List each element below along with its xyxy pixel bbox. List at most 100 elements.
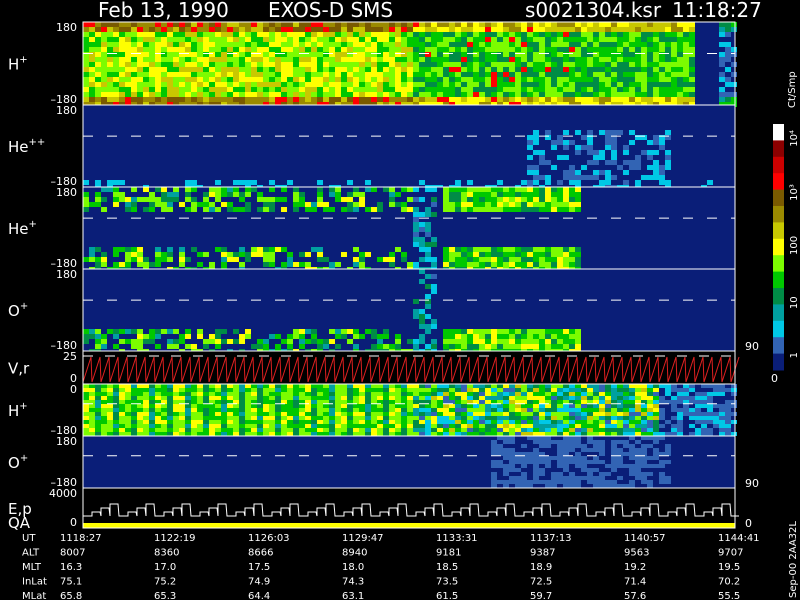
heatmap-cell xyxy=(287,47,293,52)
heatmap-cell xyxy=(491,416,497,420)
heatmap-cell xyxy=(173,62,179,67)
heatmap-cell xyxy=(263,408,269,412)
heatmap-cell xyxy=(299,192,305,197)
heatmap-cell xyxy=(413,22,419,27)
heatmap-cell xyxy=(317,396,323,400)
heatmap-cell xyxy=(443,396,449,400)
heatmap-cell xyxy=(533,57,539,62)
heatmap-cell xyxy=(605,42,611,47)
heatmap-cell xyxy=(545,247,551,252)
heatmap-cell xyxy=(443,424,449,428)
heatmap-cell xyxy=(407,412,413,416)
heatmap-cell xyxy=(215,392,221,396)
heatmap-cell xyxy=(425,424,431,428)
heatmap-cell xyxy=(317,428,323,432)
heatmap-cell xyxy=(407,42,413,47)
heatmap-cell xyxy=(287,57,293,62)
heatmap-cell xyxy=(533,82,539,87)
heatmap-cell xyxy=(563,384,569,388)
heatmap-cell xyxy=(557,464,563,468)
heatmap-cell xyxy=(605,37,611,42)
panel-label: O+ xyxy=(8,453,28,472)
heatmap-cell xyxy=(497,420,503,424)
heatmap-cell xyxy=(503,37,509,42)
heatmap-cell xyxy=(515,344,521,349)
heatmap-cell xyxy=(419,334,425,339)
heatmap-cell xyxy=(569,87,575,92)
heatmap-cell xyxy=(569,175,575,180)
heatmap-cell xyxy=(563,130,569,135)
heatmap-cell xyxy=(149,52,155,57)
heatmap-cell xyxy=(605,175,611,180)
heatmap-cell xyxy=(539,192,545,197)
heatmap-cell xyxy=(215,57,221,62)
heatmap-cell xyxy=(503,57,509,62)
heatmap-cell xyxy=(359,424,365,428)
heatmap-cell xyxy=(449,252,455,257)
heatmap-cell xyxy=(317,77,323,82)
heatmap-cell xyxy=(677,57,683,62)
heatmap-cell xyxy=(443,416,449,420)
heatmap-cell xyxy=(137,52,143,57)
heatmap-cell xyxy=(449,257,455,262)
heatmap-cell xyxy=(281,388,287,392)
heatmap-cell xyxy=(185,257,191,262)
heatmap-cell xyxy=(437,27,443,32)
heatmap-cell xyxy=(599,412,605,416)
heatmap-cell xyxy=(431,274,437,279)
heatmap-cell xyxy=(281,82,287,87)
heatmap-cell xyxy=(293,408,299,412)
heatmap-cell xyxy=(215,187,221,192)
heatmap-cell xyxy=(503,428,509,432)
heatmap-cell xyxy=(107,27,113,32)
heatmap-cell xyxy=(587,440,593,444)
heatmap-cell xyxy=(689,82,695,87)
heatmap-cell xyxy=(641,72,647,77)
heatmap-cell xyxy=(563,247,569,252)
heatmap-cell xyxy=(95,392,101,396)
heatmap-cell xyxy=(101,47,107,52)
heatmap-cell xyxy=(629,67,635,72)
heatmap-cell xyxy=(527,77,533,82)
heatmap-cell xyxy=(245,420,251,424)
heatmap-cell xyxy=(329,412,335,416)
heatmap-cell xyxy=(545,92,551,97)
panel-label-qa: QA xyxy=(8,514,31,532)
heatmap-cell xyxy=(197,424,203,428)
heatmap-cell xyxy=(707,384,713,388)
heatmap-cell xyxy=(485,247,491,252)
heatmap-cell xyxy=(263,207,269,212)
heatmap-cell xyxy=(599,440,605,444)
heatmap-cell xyxy=(509,392,515,396)
heatmap-cell xyxy=(263,87,269,92)
heatmap-cell xyxy=(83,82,89,87)
heatmap-cell xyxy=(95,52,101,57)
heatmap-cell xyxy=(437,52,443,57)
heatmap-cell xyxy=(383,424,389,428)
heatmap-cell xyxy=(635,92,641,97)
heatmap-cell xyxy=(233,32,239,37)
heatmap-cell xyxy=(467,187,473,192)
heatmap-cell xyxy=(245,180,251,185)
heatmap-cell xyxy=(527,37,533,42)
heatmap-cell xyxy=(407,82,413,87)
heatmap-cell xyxy=(515,339,521,344)
heatmap-cell xyxy=(299,92,305,97)
heatmap-cell xyxy=(215,339,221,344)
heatmap-cell xyxy=(275,247,281,252)
heatmap-cell xyxy=(455,47,461,52)
heatmap-cell xyxy=(545,187,551,192)
heatmap-cell xyxy=(335,72,341,77)
heatmap-cell xyxy=(437,97,443,102)
heatmap-cell xyxy=(221,32,227,37)
heatmap-cell xyxy=(305,339,311,344)
axis-value: 70.2 xyxy=(718,577,740,588)
heatmap-cell xyxy=(215,416,221,420)
heatmap-cell xyxy=(383,82,389,87)
heatmap-cell xyxy=(653,135,659,140)
heatmap-cell xyxy=(575,339,581,344)
heatmap-cell xyxy=(473,87,479,92)
heatmap-cell xyxy=(263,262,269,267)
heatmap-cell xyxy=(467,180,473,185)
heatmap-cell xyxy=(419,242,425,247)
